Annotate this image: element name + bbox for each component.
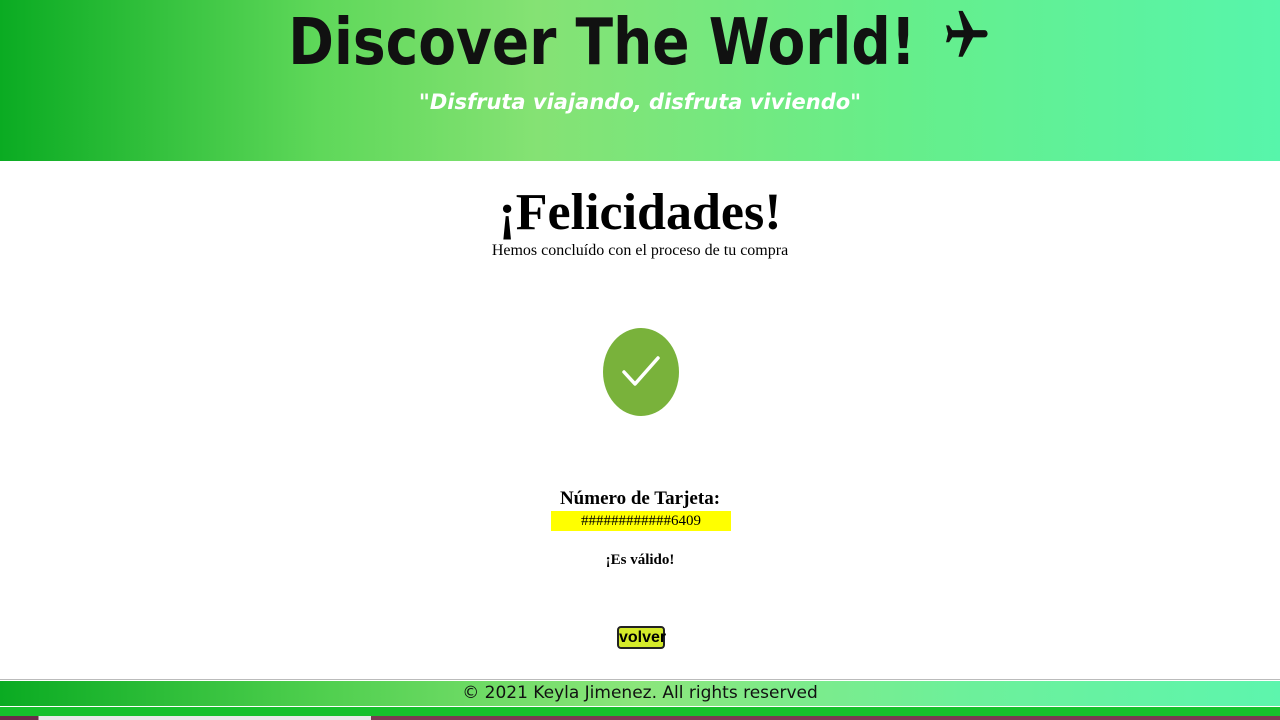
footer-copyright: © 2021 Keyla Jimenez. All rights reserve… — [462, 683, 818, 703]
card-number-value: ############6409 — [551, 511, 731, 531]
site-header: Discover The World! "Disfruta viajando, … — [0, 0, 1280, 161]
site-footer: © 2021 Keyla Jimenez. All rights reserve… — [0, 681, 1280, 706]
check-circle-icon — [603, 328, 679, 416]
card-valid-status: ¡Es válido! — [605, 552, 675, 568]
taskbar-strip — [0, 716, 1280, 720]
site-title: Discover The World! — [90, 6, 1191, 80]
back-button[interactable]: volver — [617, 626, 666, 649]
page-subtitle: Hemos concluído con el proceso de tu com… — [491, 242, 789, 259]
page-title: ¡Felicidades! — [498, 184, 782, 241]
site-tagline: "Disfruta viajando, disfruta viviendo" — [418, 90, 862, 114]
footer-divider — [0, 679, 1280, 680]
card-number-label: Número de Tarjeta: — [559, 488, 721, 509]
site-title-text: Discover The World! — [288, 6, 916, 80]
airplane-icon — [942, 6, 992, 80]
